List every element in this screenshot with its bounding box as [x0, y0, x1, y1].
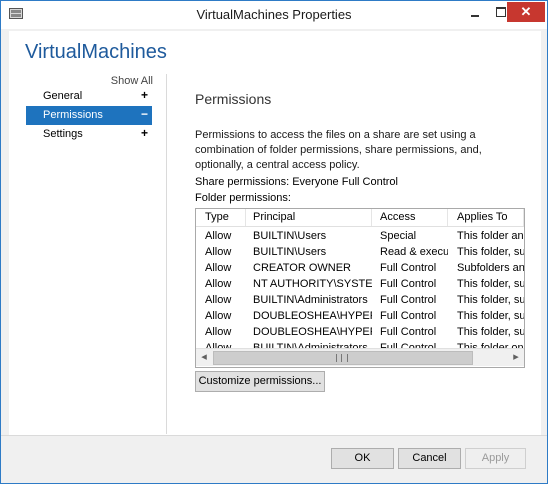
table-row[interactable]: Allow DOUBLEOSHEA\HYPERV02$ Full Control… — [196, 308, 524, 324]
nav-item-label: Settings — [43, 128, 83, 140]
cell-access: Full Control — [380, 278, 437, 290]
page-heading: VirtualMachines — [25, 41, 167, 63]
table-header: Type Principal Access Applies To — [196, 209, 524, 227]
section-title: Permissions — [195, 91, 272, 107]
table-row[interactable]: Allow CREATOR OWNER Full Control Subfold… — [196, 260, 524, 276]
table-row[interactable]: Allow BUILTIN\Users Read & execute This … — [196, 244, 524, 260]
grip-icon — [336, 354, 348, 362]
properties-window: VirtualMachines Properties ✕ VirtualMach… — [0, 0, 548, 484]
apply-button[interactable]: Apply — [465, 448, 526, 469]
ok-button[interactable]: OK — [331, 448, 394, 469]
cell-access: Special — [380, 230, 417, 242]
cell-type: Allow — [205, 310, 232, 322]
share-permissions-text: Share permissions: Everyone Full Control — [195, 176, 398, 188]
column-header-applies-to[interactable]: Applies To — [448, 209, 524, 226]
cell-applies-to: This folder, sub — [457, 326, 524, 338]
cancel-button[interactable]: Cancel — [398, 448, 461, 469]
expand-icon: + — [141, 126, 149, 140]
maximize-icon — [496, 7, 506, 17]
folder-permissions-label: Folder permissions: — [195, 192, 291, 204]
footer-divider — [1, 435, 547, 436]
cell-principal: DOUBLEOSHEA\HYPERV02$ — [253, 310, 372, 322]
scrollbar-thumb[interactable] — [213, 351, 473, 365]
table-row[interactable]: Allow BUILTIN\Administrators Full Contro… — [196, 292, 524, 308]
column-header-access[interactable]: Access — [372, 209, 448, 226]
minimize-icon — [471, 15, 479, 17]
close-icon: ✕ — [520, 4, 532, 19]
cell-access: Full Control — [380, 326, 437, 338]
cell-access: Full Control — [380, 294, 437, 306]
cell-applies-to: Subfolders and — [457, 262, 524, 274]
customize-permissions-button[interactable]: Customize permissions... — [195, 371, 325, 392]
cell-applies-to: This folder, sub — [457, 294, 524, 306]
cell-principal: BUILTIN\Users — [253, 246, 327, 258]
nav-item-label: General — [43, 90, 83, 102]
content-panel: VirtualMachines Show All General + Permi… — [9, 31, 541, 435]
cell-type: Allow — [205, 262, 232, 274]
horizontal-scrollbar[interactable]: ◂ ▸ — [196, 348, 524, 366]
nav-item-label: Permissions — [43, 109, 103, 121]
cell-access: Full Control — [380, 262, 437, 274]
cell-applies-to: This folder, sub — [457, 278, 524, 290]
permissions-table[interactable]: Type Principal Access Applies To Allow B… — [195, 208, 525, 368]
expand-icon: + — [141, 88, 149, 102]
show-all-link[interactable]: Show All — [109, 75, 153, 87]
table-row[interactable]: Allow NT AUTHORITY\SYSTEM Full Control T… — [196, 276, 524, 292]
cell-applies-to: This folder, sub — [457, 310, 524, 322]
cell-type: Allow — [205, 278, 232, 290]
scroll-right-icon[interactable]: ▸ — [508, 349, 524, 366]
cell-access: Read & execute — [380, 246, 448, 258]
title-bar[interactable]: VirtualMachines Properties ✕ — [1, 1, 547, 29]
nav-divider — [166, 74, 167, 434]
table-row[interactable]: Allow DOUBLEOSHEA\HYPERV01$ Full Control… — [196, 324, 524, 340]
table-row[interactable]: Allow BUILTIN\Users Special This folder … — [196, 228, 524, 244]
collapse-icon: − — [141, 107, 149, 121]
scroll-left-icon[interactable]: ◂ — [196, 349, 212, 366]
cell-applies-to: This folder and — [457, 230, 524, 242]
column-header-principal[interactable]: Principal — [246, 209, 372, 226]
permissions-description: Permissions to access the files on a sha… — [195, 129, 482, 171]
cell-principal: DOUBLEOSHEA\HYPERV01$ — [253, 326, 372, 338]
cell-principal: BUILTIN\Users — [253, 230, 327, 242]
cell-type: Allow — [205, 326, 232, 338]
nav-item-settings[interactable]: Settings + — [26, 125, 152, 144]
cell-type: Allow — [205, 230, 232, 242]
nav-item-general[interactable]: General + — [26, 87, 152, 106]
column-header-type[interactable]: Type — [199, 209, 246, 226]
minimize-button[interactable] — [462, 2, 488, 22]
cell-applies-to: This folder, sub — [457, 246, 524, 258]
cell-principal: CREATOR OWNER — [253, 262, 351, 274]
cell-principal: BUILTIN\Administrators — [253, 294, 368, 306]
nav-item-permissions[interactable]: Permissions − — [26, 106, 152, 125]
close-button[interactable]: ✕ — [507, 2, 545, 22]
cell-principal: NT AUTHORITY\SYSTEM — [253, 278, 372, 290]
cell-access: Full Control — [380, 310, 437, 322]
cell-type: Allow — [205, 294, 232, 306]
cell-type: Allow — [205, 246, 232, 258]
